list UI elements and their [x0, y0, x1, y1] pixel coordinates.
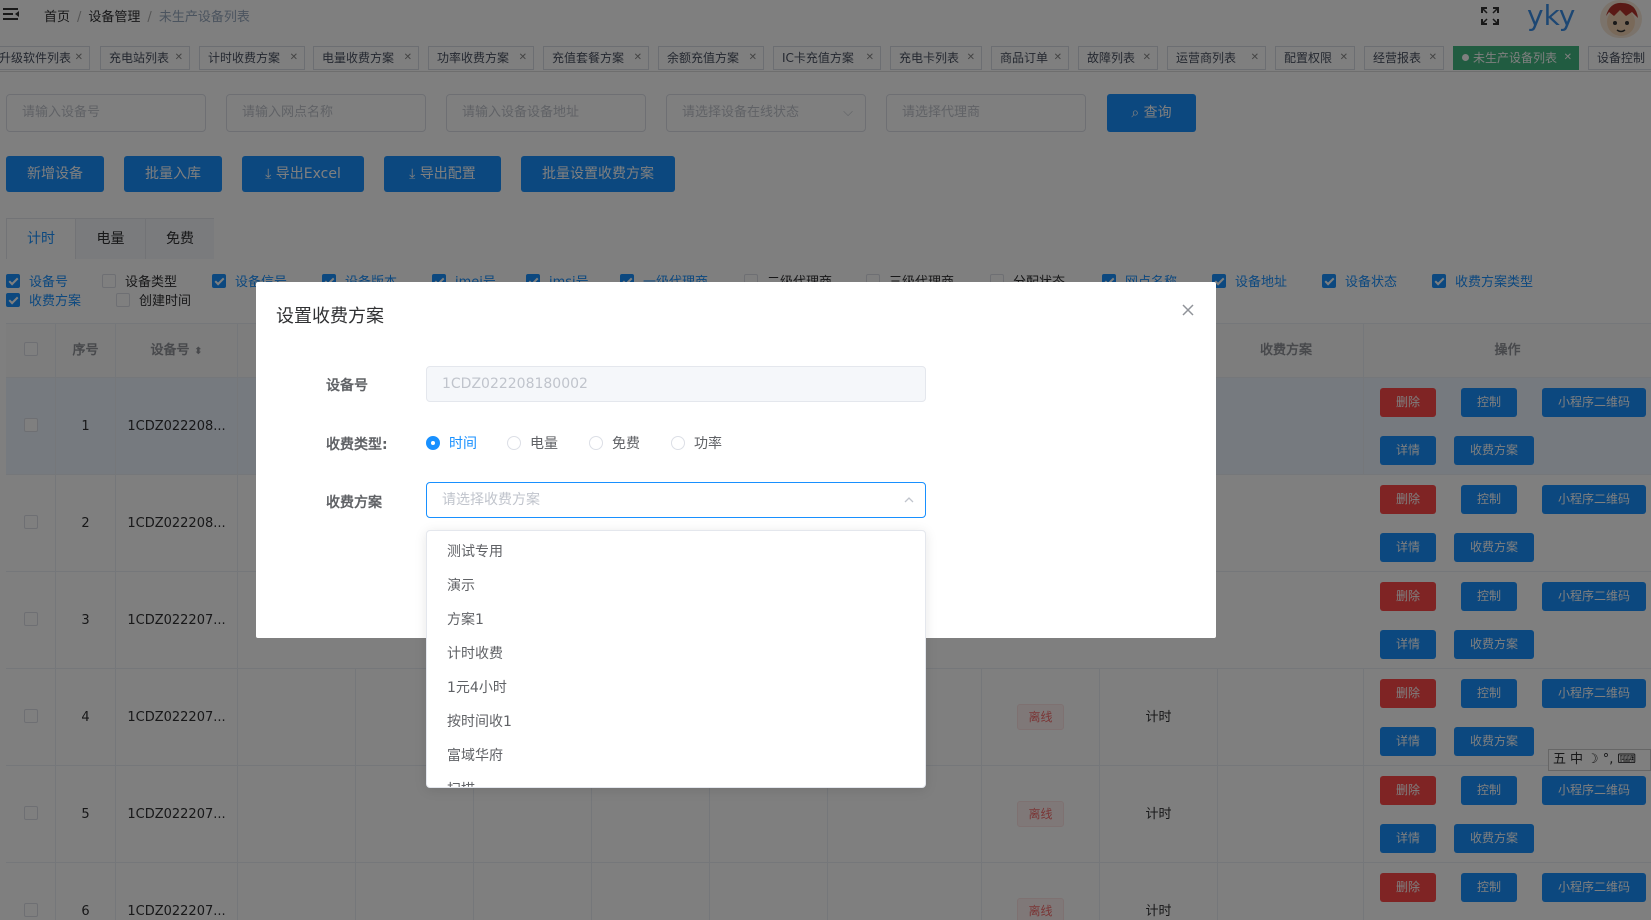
plan-option[interactable]: 测试专用	[427, 535, 925, 569]
plan-dropdown: 测试专用 演示 方案1 计时收费 1元4小时 按时间收1 富域华府 扫描	[426, 530, 926, 788]
plan-select[interactable]: 请选择收费方案	[426, 482, 926, 518]
plan-label: 收费方案	[326, 495, 382, 511]
plan-option[interactable]: 方案1	[427, 603, 925, 637]
plan-option[interactable]: 扫描	[427, 773, 925, 787]
radio-label: 时间	[449, 436, 477, 452]
radio-time[interactable]: 时间	[426, 434, 477, 454]
plan-option[interactable]: 计时收费	[427, 637, 925, 671]
device-no-field: 1CDZ022208180002	[426, 366, 926, 402]
radio-label: 功率	[694, 436, 722, 452]
chevron-up-icon	[904, 497, 914, 503]
close-icon[interactable]	[1180, 302, 1196, 318]
plan-option[interactable]: 富域华府	[427, 739, 925, 773]
device-no-label: 设备号	[326, 378, 368, 394]
charge-type-label: 收费类型:	[326, 437, 388, 453]
radio-label: 免费	[612, 436, 640, 452]
plan-select-placeholder: 请选择收费方案	[442, 492, 540, 508]
radio-label: 电量	[530, 436, 558, 452]
plan-option[interactable]: 按时间收1	[427, 705, 925, 739]
plan-option[interactable]: 1元4小时	[427, 671, 925, 705]
dialog-title: 设置收费方案	[276, 306, 384, 327]
plan-option[interactable]: 演示	[427, 569, 925, 603]
radio-wattage[interactable]: 功率	[671, 434, 722, 454]
radio-power[interactable]: 电量	[507, 434, 558, 454]
radio-free[interactable]: 免费	[589, 434, 640, 454]
